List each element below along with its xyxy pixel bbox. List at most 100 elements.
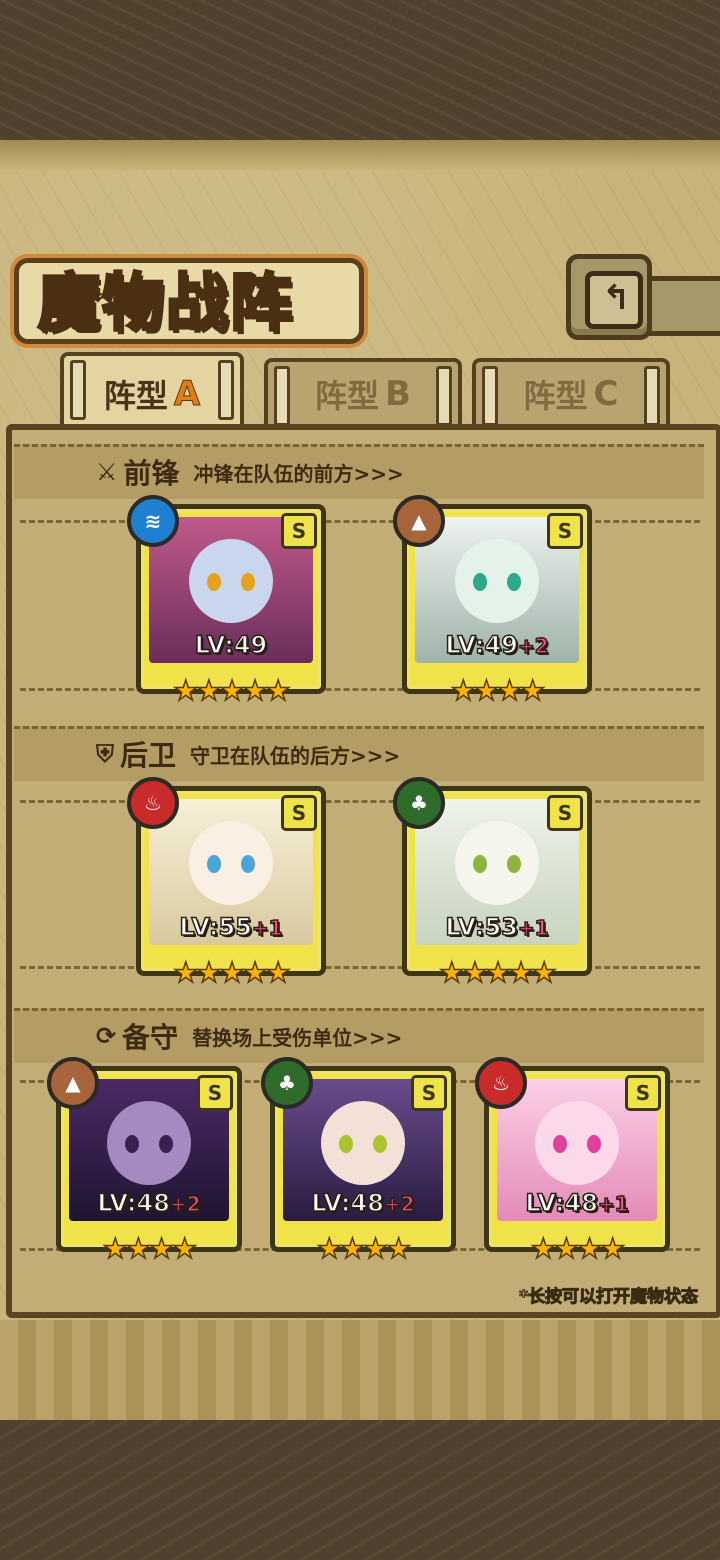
unit-card[interactable]: ♨ S LV:55+1 ★★★★★ (127, 777, 326, 990)
rank-badge: S (281, 795, 317, 831)
tab-formation-c[interactable]: 阵型 C (472, 358, 670, 430)
back-button[interactable]: ↰ (566, 254, 652, 340)
unit-level: LV:49 (141, 630, 321, 660)
unit-face (189, 539, 273, 623)
tab-label: 阵型 (103, 377, 168, 415)
star-rating: ★★★★★ (172, 955, 291, 990)
star-rating: ★★★★ (316, 1231, 412, 1266)
rank-badge: S (281, 513, 317, 549)
section-title: 备守 (122, 1021, 179, 1054)
rank-badge: S (547, 513, 583, 549)
star-rating: ★★★★ (530, 1231, 626, 1266)
unit-eye (339, 1135, 353, 1153)
unit-eye (207, 573, 221, 591)
sword-icon: ⚔ (96, 458, 118, 486)
level-text: LV:48 (311, 1188, 385, 1218)
unit-level: LV:55+1 (141, 912, 321, 942)
back-icon-frame: ↰ (585, 271, 643, 329)
unit-level: LV:48+2 (61, 1188, 237, 1218)
unit-eye (587, 1135, 601, 1153)
rank-badge: S (411, 1075, 447, 1111)
unit-eye (507, 573, 521, 591)
level-plus: +1 (517, 915, 549, 941)
wood-element-icon: ♣ (393, 777, 445, 829)
tab-post-right (436, 366, 452, 426)
tab-label: 阵型 (523, 377, 588, 415)
unit-level: LV:49+2 (407, 630, 587, 660)
level-text: LV:49 (445, 630, 519, 660)
level-plus: +1 (251, 915, 283, 941)
section-title: 前锋 (123, 457, 180, 490)
unit-eye (507, 855, 521, 873)
tab-post-right (644, 366, 660, 426)
earth-element-icon: ▲ (393, 495, 445, 547)
back-button-rail (642, 276, 720, 336)
long-press-hint: *长按可以打开魔物状态 (519, 1287, 699, 1308)
divider (20, 520, 700, 523)
parchment-edge-bottom (0, 1320, 720, 1420)
section-header-reserve: ⟳ 备守 替换场上受伤单位>>> (96, 1016, 402, 1056)
divider (20, 688, 700, 691)
unit-card[interactable]: ≋ S LV:49 ★★★★★ (127, 495, 326, 708)
unit-card[interactable]: ♣ S LV:53+1 ★★★★★ (393, 777, 592, 990)
tab-letter: C (593, 374, 619, 414)
section-description: 冲锋在队伍的前方>>> (193, 461, 404, 486)
unit-face (455, 539, 539, 623)
tab-formation-b[interactable]: 阵型 B (264, 358, 462, 430)
level-text: LV:53 (445, 912, 519, 942)
fire-element-icon: ♨ (475, 1057, 527, 1109)
tab-letter: B (385, 374, 411, 414)
section-header-rear: ⛨ 后卫 守卫在队伍的后方>>> (96, 734, 400, 774)
level-plus: +1 (597, 1191, 629, 1217)
section-description: 替换场上受伤单位>>> (192, 1025, 403, 1050)
level-text: LV:55 (179, 912, 253, 942)
parchment-edge-top (0, 140, 720, 170)
level-plus: +2 (169, 1191, 201, 1217)
level-plus: +2 (517, 633, 549, 659)
unit-card[interactable]: ▲ S LV:48+2 ★★★★ (47, 1057, 242, 1266)
divider (20, 966, 700, 969)
section-title: 后卫 (120, 739, 177, 772)
water-element-icon: ≋ (127, 495, 179, 547)
unit-eye (241, 855, 255, 873)
level-text: LV:48 (525, 1188, 599, 1218)
tab-label: 阵型 (315, 377, 380, 415)
rank-badge: S (547, 795, 583, 831)
wood-element-icon: ♣ (261, 1057, 313, 1109)
map-background-bottom (0, 1420, 720, 1560)
level-text: LV:48 (97, 1188, 171, 1218)
star-rating: ★★★★★ (172, 673, 291, 708)
level-plus: +2 (383, 1191, 415, 1217)
unit-card[interactable]: ♣ S LV:48+2 ★★★★ (261, 1057, 456, 1266)
unit-eye (473, 855, 487, 873)
unit-card[interactable]: ▲ S LV:49+2 ★★★★ (393, 495, 592, 708)
swap-icon: ⟳ (96, 1022, 117, 1050)
unit-level: LV:53+1 (407, 912, 587, 942)
unit-eye (241, 573, 255, 591)
section-header-front: ⚔ 前锋 冲锋在队伍的前方>>> (96, 452, 404, 492)
star-rating: ★★★★ (450, 673, 546, 708)
unit-face (189, 821, 273, 905)
tab-post-left (70, 360, 86, 420)
map-background-top (0, 0, 720, 140)
page-title: 魔物战阵 (36, 265, 295, 341)
unit-card[interactable]: ♨ S LV:48+1 ★★★★ (475, 1057, 670, 1266)
back-arrow-icon: ↰ (602, 278, 631, 318)
unit-eye (373, 1135, 387, 1153)
unit-level: LV:48+1 (489, 1188, 665, 1218)
unit-face (455, 821, 539, 905)
section-description: 守卫在队伍的后方>>> (190, 743, 401, 768)
shield-icon: ⛨ (96, 740, 114, 768)
tab-post-right (218, 360, 234, 420)
earth-element-icon: ▲ (47, 1057, 99, 1109)
fire-element-icon: ♨ (127, 777, 179, 829)
star-rating: ★★★★ (102, 1231, 198, 1266)
unit-eye (553, 1135, 567, 1153)
unit-eye (159, 1135, 173, 1153)
tab-letter: A (173, 374, 201, 415)
unit-level: LV:48+2 (275, 1188, 451, 1218)
unit-eye (207, 855, 221, 873)
divider (20, 800, 700, 803)
tab-post-left (274, 366, 290, 426)
level-text: LV:49 (194, 630, 268, 660)
